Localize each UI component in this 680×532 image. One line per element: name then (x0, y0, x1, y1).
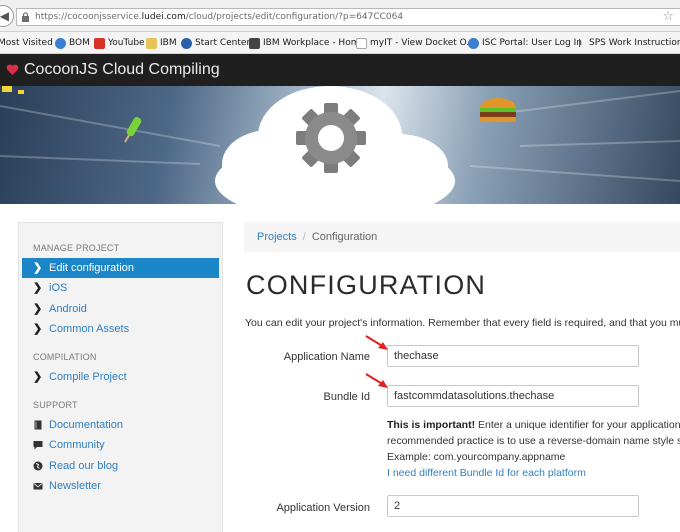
help-line-1: This is important! Enter a unique identi… (387, 417, 680, 433)
sidebar-heading-support: SUPPORT (33, 400, 78, 410)
heart-icon (6, 64, 19, 75)
bookmarks-bar: Most Visited BOM YouTube IBM Start Cente… (0, 32, 680, 54)
sidebar-item-compile-project[interactable]: ❯ Compile Project (22, 367, 219, 387)
different-bundle-id-link[interactable]: I need different Bundle Id for each plat… (387, 465, 680, 481)
sidebar-item-label: Newsletter (49, 480, 101, 492)
bundle-id-input[interactable] (387, 385, 639, 407)
lock-icon (22, 12, 29, 22)
globe-icon (181, 37, 192, 49)
bookmark-label: SPS Work Instructions... (589, 38, 680, 48)
bundle-id-help: This is important! Enter a unique identi… (387, 417, 680, 481)
sidebar: MANAGE PROJECT ❯ Edit configuration ❯ iO… (18, 222, 223, 532)
url-prefix: https://cocoonjsservice. (35, 12, 142, 22)
bookmark-most-visited[interactable]: Most Visited (0, 37, 53, 49)
sidebar-item-label: Documentation (49, 419, 123, 431)
help-line-2: recommended practice is to use a reverse… (387, 435, 680, 447)
help-line-1-rest: Enter a unique identifier for your appli… (475, 419, 680, 431)
burger-icon (480, 98, 516, 122)
back-button[interactable]: ◀ (0, 5, 14, 27)
sidebar-item-label: iOS (49, 282, 68, 294)
popsicle-icon (124, 116, 142, 143)
sparkle-icon (18, 90, 24, 94)
bookmark-start-center[interactable]: Start Center (181, 37, 250, 49)
sidebar-item-label: Community (49, 439, 105, 451)
bookmark-sps[interactable]: I SPS Work Instructions... (578, 37, 680, 49)
bookmark-label: IBM Workplace - Home (263, 38, 366, 48)
breadcrumb-projects-link[interactable]: Projects (257, 231, 297, 243)
sidebar-item-android[interactable]: ❯ Android (22, 299, 219, 319)
chevron-right-icon: ❯ (33, 303, 43, 315)
breadcrumb-current: Configuration (311, 231, 378, 243)
help-line-3: Example: com.yourcompany.appname (387, 451, 566, 463)
chat-icon (33, 441, 43, 450)
chevron-right-icon: ❯ (33, 282, 43, 294)
app-header: CocoonJS Cloud Compiling (0, 54, 680, 86)
sidebar-item-newsletter[interactable]: Newsletter (22, 476, 219, 496)
hero-banner (0, 86, 680, 204)
bookmark-ibm[interactable]: IBM (146, 37, 177, 49)
book-icon (34, 420, 42, 430)
breadcrumb-separator: / (302, 231, 306, 243)
browser-toolbar: ◀ https://cocoonjsservice.ludei.com/clou… (0, 0, 680, 32)
annotation-arrow-icon (365, 373, 388, 388)
sidebar-item-documentation[interactable]: Documentation (22, 415, 219, 435)
bookmark-label: BOM (69, 38, 90, 48)
intro-text: You can edit your project's information.… (245, 317, 680, 329)
app-version-input[interactable] (387, 495, 639, 517)
app-title: CocoonJS Cloud Compiling (24, 61, 220, 78)
bundle-id-label: Bundle Id (323, 391, 370, 403)
sidebar-item-common-assets[interactable]: ❯ Common Assets (22, 319, 219, 339)
bookmark-label: IBM (160, 38, 177, 48)
bookmark-label: myIT - View Docket O... (370, 38, 475, 48)
bookmark-star-icon[interactable]: ☆ (662, 10, 674, 24)
folder-icon (146, 37, 157, 49)
chevron-right-icon: ❯ (33, 262, 43, 274)
sidebar-item-edit-configuration[interactable]: ❯ Edit configuration (22, 258, 219, 278)
bookmark-label: YouTube (108, 38, 145, 48)
url-host: ludei.com (141, 12, 186, 22)
page-title: CONFIGURATION (246, 270, 487, 300)
url-path: /cloud/projects/edit/configuration/?p=64… (185, 12, 404, 22)
sidebar-item-label: Android (49, 303, 87, 315)
chevron-right-icon: ❯ (33, 323, 43, 335)
chevron-right-icon: ❯ (33, 371, 43, 383)
sidebar-item-label: Read our blog (49, 460, 119, 472)
bookmark-label: Most Visited (0, 38, 53, 48)
bookmark-bom[interactable]: BOM (55, 37, 90, 49)
app-version-label: Application Version (276, 502, 370, 514)
bookmark-ibm-workplace[interactable]: IBM Workplace - Home (249, 37, 365, 49)
globe-icon (33, 461, 43, 471)
sidebar-item-label: Edit configuration (49, 262, 134, 274)
bookmark-myit[interactable]: myIT - View Docket O... (356, 37, 475, 49)
w3-icon (249, 37, 260, 49)
bookmark-label: Start Center (195, 38, 251, 48)
sidebar-heading-compilation: COMPILATION (33, 352, 97, 362)
cursor-icon: I (578, 36, 582, 50)
gear-icon (296, 103, 366, 173)
address-bar[interactable]: https://cocoonjsservice.ludei.com/cloud/… (16, 8, 680, 26)
bookmark-label: ISC Portal: User Log In (482, 38, 582, 48)
sidebar-item-blog[interactable]: Read our blog (22, 456, 219, 476)
bookmark-youtube[interactable]: YouTube (94, 37, 145, 49)
page-icon (356, 37, 367, 49)
app-name-label: Application Name (283, 351, 370, 363)
sidebar-item-ios[interactable]: ❯ iOS (22, 278, 219, 298)
annotation-arrow-icon (365, 335, 388, 350)
globe-icon (468, 37, 479, 49)
mail-icon (33, 482, 43, 490)
bookmark-isc-portal[interactable]: ISC Portal: User Log In (468, 37, 582, 49)
globe-icon (55, 37, 66, 49)
sidebar-heading-manage: MANAGE PROJECT (33, 243, 120, 253)
app-name-input[interactable] (387, 345, 639, 367)
help-important: This is important! (387, 419, 476, 431)
sidebar-item-label: Common Assets (49, 323, 130, 335)
sidebar-item-community[interactable]: Community (22, 435, 219, 455)
sparkle-icon (2, 86, 12, 92)
breadcrumb: Projects / Configuration (244, 222, 680, 252)
banner-illustration (0, 86, 680, 204)
youtube-icon (94, 37, 105, 49)
sidebar-item-label: Compile Project (49, 371, 127, 383)
